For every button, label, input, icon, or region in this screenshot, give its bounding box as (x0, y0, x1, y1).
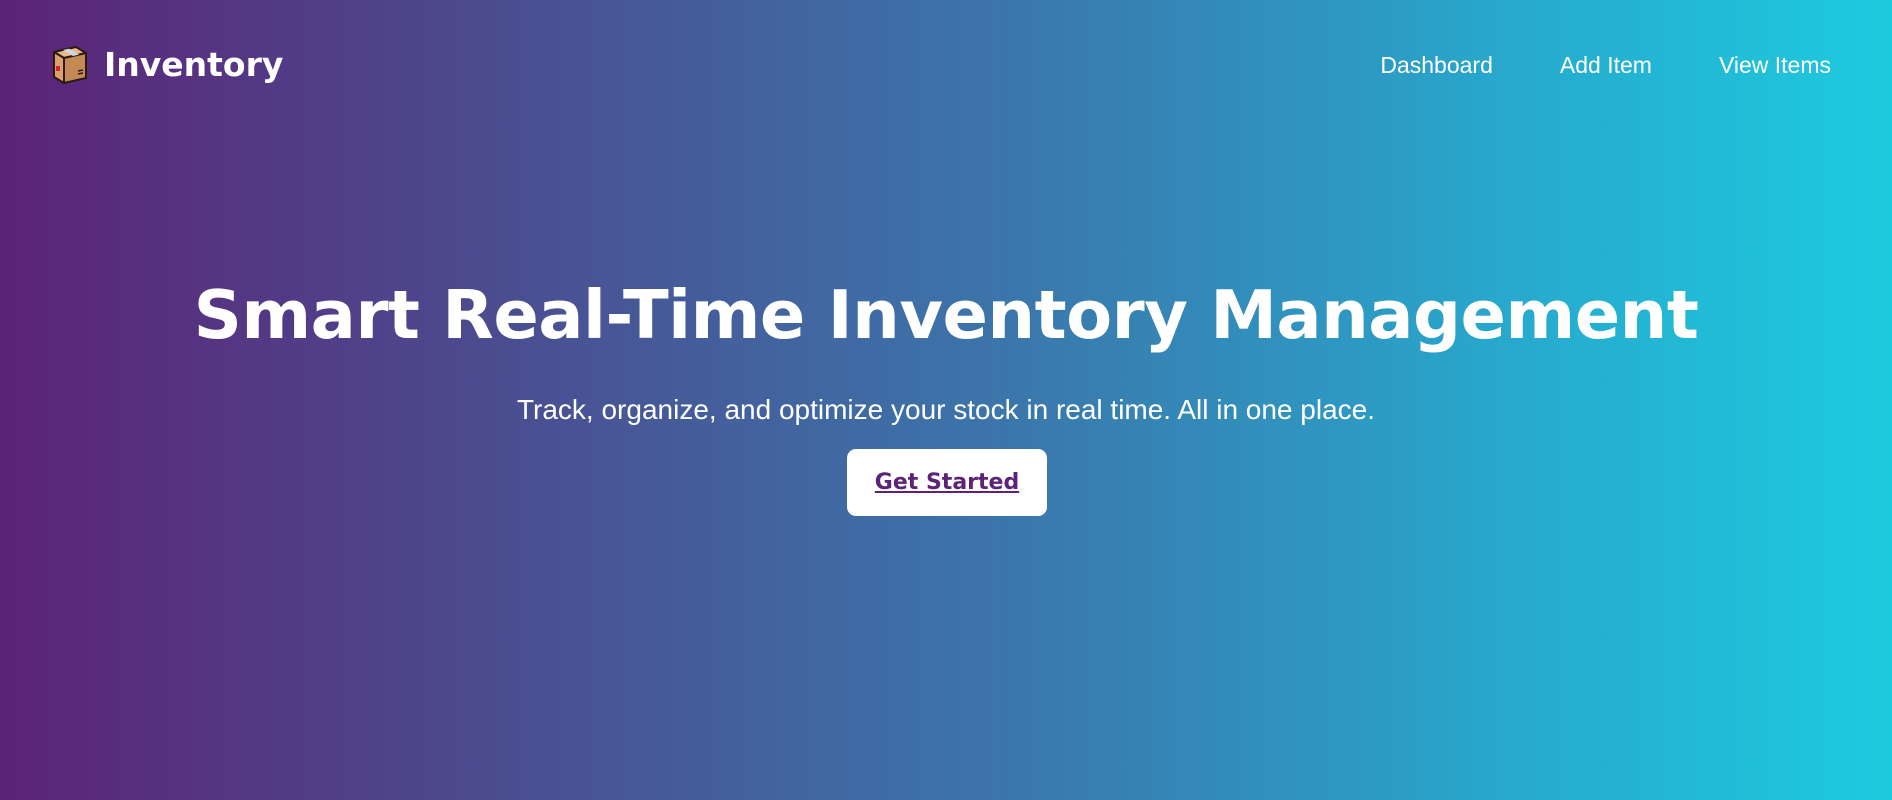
get-started-button[interactable]: Get Started (847, 449, 1047, 516)
hero-section: Smart Real-Time Inventory Management Tra… (0, 0, 1892, 800)
hero-title: Smart Real-Time Inventory Management (193, 276, 1699, 354)
landing-page: Inventory Dashboard Add Item View Items … (0, 0, 1892, 800)
hero-subtitle: Track, organize, and optimize your stock… (516, 394, 1376, 425)
